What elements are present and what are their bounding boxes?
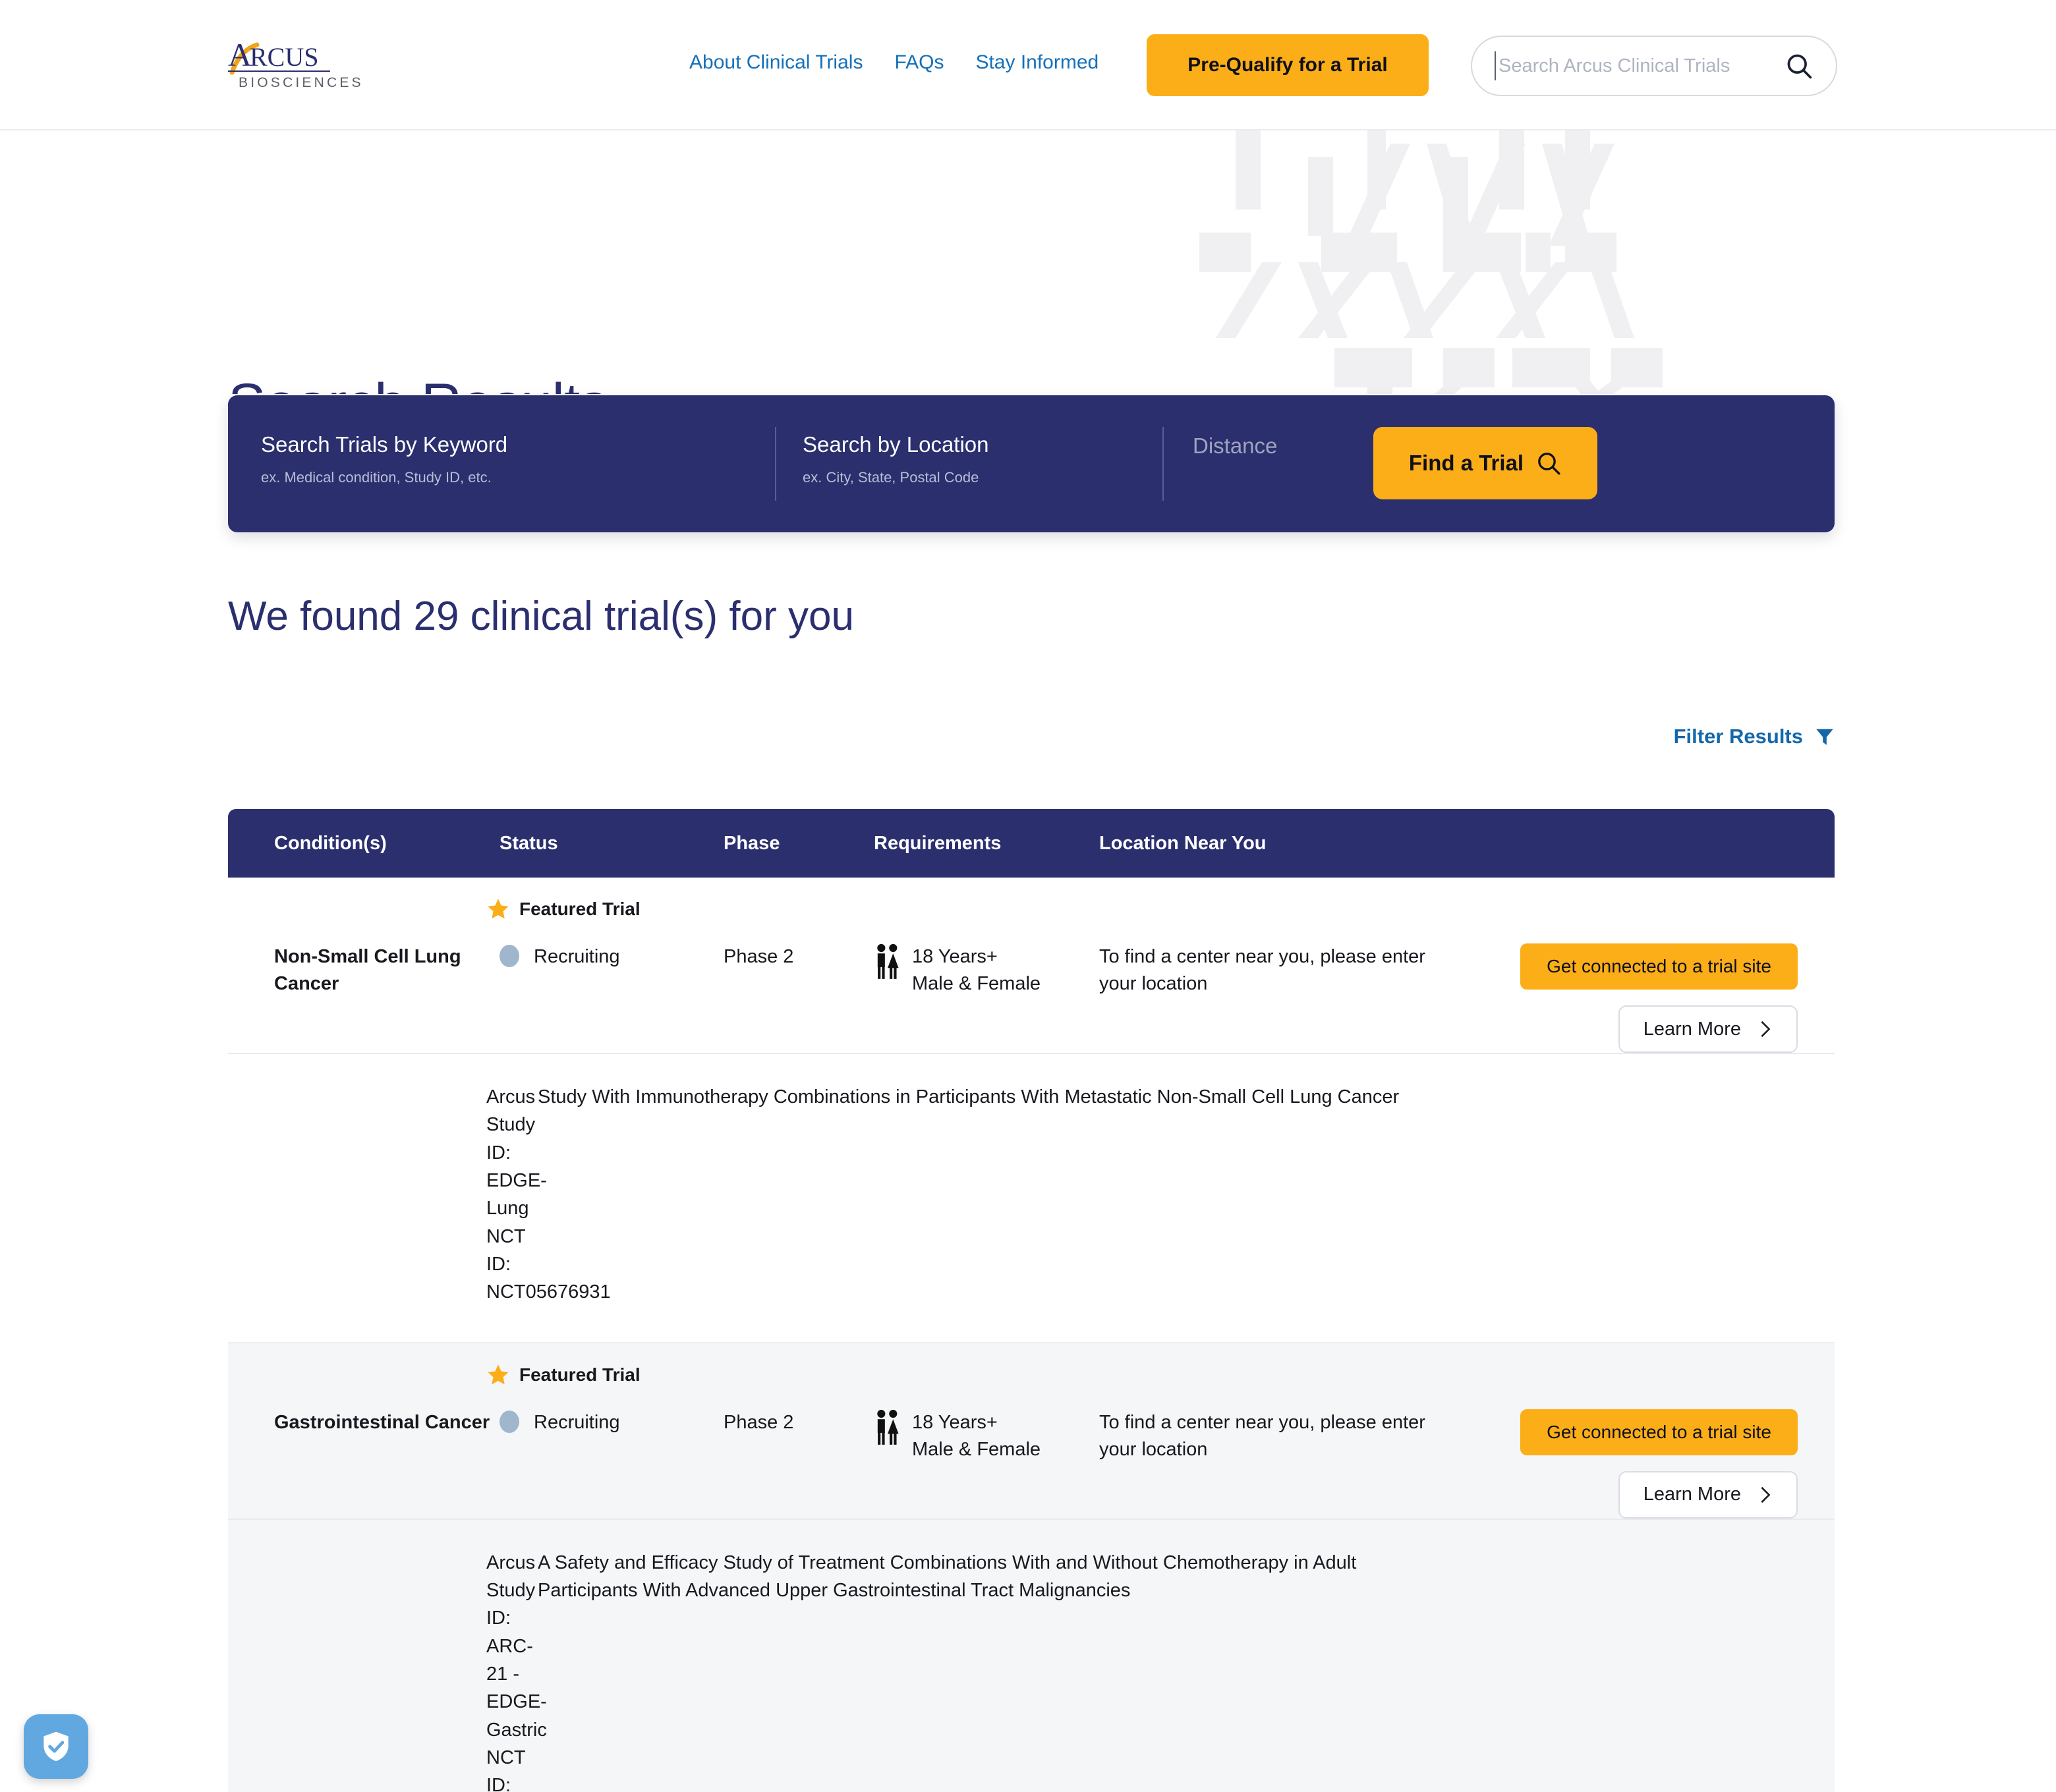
- trials-table: Condition(s) Status Phase Requirements L…: [228, 809, 1835, 1792]
- study-id-value: ARC-21 - EDGE-Gastric: [486, 1635, 547, 1741]
- row-detail: Arcus Study ID: ARC-21 - EDGE-Gastric NC…: [228, 1520, 1835, 1792]
- table-row[interactable]: Featured Trial Gastrointestinal Cancer R…: [228, 1343, 1835, 1792]
- featured-label: Featured Trial: [519, 1364, 641, 1385]
- status-dot: [500, 1410, 519, 1433]
- nct-id: NCT ID: NCT05329766: [486, 1747, 526, 1792]
- cell-condition: Non-Small Cell Lung Cancer: [274, 946, 461, 995]
- requirement-sex: Male & Female: [912, 973, 1041, 995]
- featured-label: Featured Trial: [519, 899, 641, 919]
- column-header-location: Location Near You: [1099, 832, 1267, 854]
- text-caret: [1495, 51, 1496, 80]
- learn-more-label: Learn More: [1643, 1484, 1741, 1505]
- arcus-logo[interactable]: A RCUS BIOSCIENCES: [228, 36, 393, 98]
- nav-item-about-clinical-trials[interactable]: About Clinical Trials: [689, 51, 863, 74]
- study-identifiers: Arcus Study ID: ARC-21 - EDGE-Gastric NC…: [228, 1549, 547, 1792]
- location-label: Search by Location: [803, 432, 989, 457]
- featured-badge: Featured Trial: [486, 1363, 641, 1387]
- learn-more-button[interactable]: Learn More: [1618, 1470, 1798, 1519]
- site-search[interactable]: [1471, 36, 1837, 96]
- status-dot: [500, 945, 519, 967]
- keyword-hint: ex. Medical condition, Study ID, etc.: [261, 469, 492, 486]
- study-title: Study With Immunotherapy Combinations in…: [538, 1086, 1400, 1107]
- chevron-right-icon: [1761, 1021, 1771, 1038]
- shield-check-icon: [43, 1731, 69, 1762]
- study-id-label: Arcus Study ID:: [486, 1552, 536, 1629]
- column-header-conditions: Condition(s): [274, 832, 387, 854]
- requirements-text: 18 Years+ Male & Female: [912, 1409, 1041, 1463]
- distance-field[interactable]: Distance: [1193, 434, 1277, 459]
- svg-text:BIOSCIENCES: BIOSCIENCES: [239, 75, 364, 90]
- star-icon: [488, 1364, 509, 1385]
- cell-requirements: 18 Years+ Male & Female: [874, 1409, 1099, 1463]
- trial-search-panel: Search Trials by Keyword ex. Medical con…: [228, 395, 1835, 532]
- column-header-phase: Phase: [724, 832, 780, 854]
- location-hint: ex. City, State, Postal Code: [803, 469, 979, 486]
- nct-id: NCT ID: NCT05676931: [486, 1225, 611, 1303]
- filter-results-label: Filter Results: [1673, 725, 1803, 748]
- filter-results-button[interactable]: Filter Results: [1674, 725, 1836, 748]
- study-title: A Safety and Efficacy Study of Treatment…: [538, 1552, 1357, 1601]
- study-identifiers: Arcus Study ID: EDGE-Lung NCT ID: NCT056…: [228, 1083, 611, 1306]
- requirement-age: 18 Years+: [912, 1411, 998, 1433]
- status-label: Recruiting: [534, 946, 620, 967]
- row-detail: Arcus Study ID: EDGE-Lung NCT ID: NCT056…: [228, 1054, 1835, 1342]
- cell-phase: Phase 2: [724, 1411, 794, 1433]
- learn-more-label: Learn More: [1643, 1018, 1741, 1040]
- svg-text:A: A: [228, 36, 252, 73]
- keyword-field[interactable]: Search Trials by Keyword ex. Medical con…: [261, 432, 507, 486]
- filter-funnel-icon: [1816, 729, 1833, 745]
- search-input[interactable]: [1499, 55, 1785, 77]
- cell-location: To find a center near you, please enter …: [1099, 1411, 1425, 1460]
- nav-item-faqs[interactable]: FAQs: [894, 51, 944, 74]
- learn-more-button[interactable]: Learn More: [1618, 1005, 1798, 1053]
- decorative-pattern: [1199, 130, 1663, 394]
- cell-requirements: 18 Years+ Male & Female: [874, 943, 1099, 997]
- row-actions: Get connected to a trial site Learn More: [1435, 943, 1835, 1053]
- find-a-trial-button[interactable]: Find a Trial: [1373, 427, 1597, 499]
- table-header-row: Condition(s) Status Phase Requirements L…: [228, 809, 1835, 878]
- hero-section: Search Results: [0, 130, 2056, 394]
- chevron-right-icon: [1761, 1486, 1771, 1503]
- privacy-consent-button[interactable]: [24, 1714, 88, 1779]
- cell-condition: Gastrointestinal Cancer: [274, 1411, 490, 1433]
- primary-nav: About Clinical Trials FAQs Stay Informed: [689, 51, 1099, 74]
- study-id-value: EDGE-Lung: [486, 1169, 547, 1219]
- nav-item-stay-informed[interactable]: Stay Informed: [975, 51, 1099, 74]
- row-actions: Get connected to a trial site Learn More: [1435, 1409, 1835, 1519]
- study-id-label: Arcus Study ID:: [486, 1086, 536, 1163]
- search-icon: [1538, 453, 1560, 475]
- distance-placeholder: Distance: [1193, 434, 1278, 458]
- column-header-requirements: Requirements: [874, 832, 1002, 854]
- requirement-age: 18 Years+: [912, 946, 998, 967]
- male-female-icon: [877, 1409, 899, 1445]
- star-icon: [488, 899, 509, 919]
- status-label: Recruiting: [534, 1411, 620, 1433]
- cell-status: Recruiting: [500, 1409, 724, 1436]
- get-connected-button[interactable]: Get connected to a trial site: [1520, 1409, 1798, 1455]
- find-a-trial-label: Find a Trial: [1408, 451, 1524, 475]
- male-female-icon: [877, 943, 899, 979]
- row-summary: Gastrointestinal Cancer Recruiting Phase…: [228, 1343, 1835, 1519]
- cell-location: To find a center near you, please enter …: [1099, 946, 1425, 995]
- location-field[interactable]: Search by Location ex. City, State, Post…: [803, 432, 989, 486]
- table-row[interactable]: Featured Trial Non-Small Cell Lung Cance…: [228, 878, 1835, 1343]
- pre-qualify-button[interactable]: Pre-Qualify for a Trial: [1147, 34, 1429, 96]
- cell-status: Recruiting: [500, 943, 724, 970]
- requirements-text: 18 Years+ Male & Female: [912, 943, 1041, 997]
- site-header: A RCUS BIOSCIENCES About Clinical Trials…: [0, 0, 2056, 130]
- panel-divider-1: [775, 427, 776, 501]
- cell-phase: Phase 2: [724, 946, 794, 967]
- page-title: Search Results: [228, 372, 608, 394]
- requirement-sex: Male & Female: [912, 1438, 1041, 1460]
- get-connected-button[interactable]: Get connected to a trial site: [1520, 943, 1798, 990]
- featured-badge: Featured Trial: [486, 897, 641, 921]
- panel-divider-2: [1162, 427, 1164, 501]
- results-count-heading: We found 29 clinical trial(s) for you: [228, 594, 854, 639]
- row-summary: Non-Small Cell Lung Cancer Recruiting Ph…: [228, 878, 1835, 1053]
- svg-text:RCUS: RCUS: [250, 42, 319, 72]
- column-header-status: Status: [500, 832, 558, 854]
- keyword-label: Search Trials by Keyword: [261, 432, 508, 457]
- search-icon[interactable]: [1785, 51, 1813, 80]
